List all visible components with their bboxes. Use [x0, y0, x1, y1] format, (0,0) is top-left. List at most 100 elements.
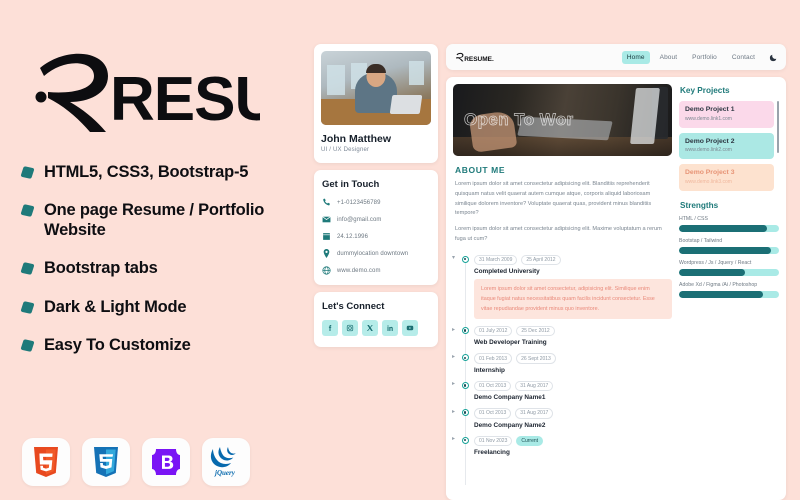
- timeline-end-date: 31 Aug 2017: [515, 408, 554, 419]
- hero-banner: Open To Wor: [453, 84, 672, 156]
- diamond-bullet-icon: [20, 204, 35, 218]
- resume-logo: RESUME.: [22, 48, 292, 140]
- key-projects-scroll[interactable]: Demo Project 1 www.demo.link1.com Demo P…: [679, 101, 779, 196]
- timeline-end-date: 25 April 2012: [521, 254, 561, 266]
- resume-sidebar: John Matthew UI / UX Designer Get in Tou…: [314, 44, 438, 500]
- x-twitter-link[interactable]: [362, 320, 378, 336]
- feature-label: Easy To Customize: [44, 335, 191, 354]
- social-links: [322, 320, 430, 336]
- html5-icon: [34, 447, 58, 477]
- css3-icon: [94, 447, 118, 477]
- timeline-start-date: 31 March 2009: [474, 254, 518, 266]
- navbar-logo-text: RESUME.: [464, 55, 494, 62]
- project-link[interactable]: www.demo.link2.com: [685, 147, 768, 153]
- youtube-link[interactable]: [402, 320, 418, 336]
- timeline-dot-icon: [461, 436, 469, 444]
- contact-item-location[interactable]: dummylocation downtown: [322, 249, 430, 258]
- instagram-link[interactable]: [342, 320, 358, 336]
- timeline-item[interactable]: ▾ 31 March 2009 25 April 2012 Completed …: [452, 254, 672, 320]
- timeline-item[interactable]: ▸ 01 Nov 2023 Current Freelancing: [452, 435, 672, 456]
- facebook-link[interactable]: [322, 320, 338, 336]
- phone-icon: [323, 198, 330, 206]
- diamond-bullet-icon: [20, 262, 35, 276]
- html5-badge: [22, 438, 70, 486]
- chevron-right-icon[interactable]: ▸: [452, 354, 455, 360]
- strength-label: Adobe Xd / Figma /Ai / Photoshop: [679, 281, 758, 288]
- template-preview: John Matthew UI / UX Designer Get in Tou…: [310, 0, 800, 500]
- linkedin-icon: [387, 325, 393, 331]
- project-card[interactable]: Demo Project 1 www.demo.link1.com: [679, 101, 774, 128]
- strength-item: Wordpress / Js / Jquery / React: [679, 260, 779, 276]
- timeline-item[interactable]: ▸ 01 Oct 2013 31 Aug 2017 Demo Company N…: [452, 408, 672, 429]
- nav-link-about[interactable]: About: [655, 51, 683, 64]
- chevron-right-icon[interactable]: ▸: [452, 436, 455, 442]
- resume-logo-mark: RESUME.: [35, 53, 260, 134]
- instagram-icon: [346, 324, 354, 332]
- nav-link-home[interactable]: Home: [621, 50, 650, 64]
- nav-link-portfolio[interactable]: Portfolio: [687, 51, 722, 64]
- contact-value: info@gmail.com: [337, 216, 382, 223]
- timeline-dates: 01 Oct 2013 31 Aug 2017: [474, 408, 672, 419]
- chevron-right-icon[interactable]: ▸: [452, 381, 455, 387]
- contact-card: Get in Touch +1-0123456789 info@gmail.co…: [314, 170, 438, 285]
- timeline-title: Demo Company Name1: [474, 394, 546, 402]
- facebook-icon: [328, 325, 332, 331]
- chevron-right-icon[interactable]: ▸: [452, 409, 455, 415]
- strength-bar-fill: [679, 224, 767, 232]
- contact-item-birthday[interactable]: 24.12.1996: [322, 232, 430, 241]
- timeline-dates: 01 Oct 2013 31 Aug 2017: [474, 380, 672, 392]
- promo-panel: RESUME. HTML5, CSS3, Bootstrap-5 One pag…: [0, 0, 310, 500]
- hero-typing-text: Open To Wor: [464, 110, 574, 130]
- about-column: Open To Wor ABOUT ME Lorem ipsum dolor s…: [452, 84, 672, 493]
- strength-item: Bootstap / Tailwind: [679, 238, 779, 254]
- timeline-item[interactable]: ▸ 01 Feb 2013 26 Sept 2013 Internship: [452, 353, 672, 374]
- profile-photo: [321, 51, 431, 125]
- connect-heading: Let's Connect: [322, 301, 385, 312]
- globe-icon: [322, 266, 331, 275]
- strength-bar: [679, 224, 779, 232]
- strength-bar: [679, 268, 779, 276]
- project-title: Demo Project 2: [685, 137, 735, 145]
- moon-icon[interactable]: [769, 53, 778, 62]
- bootstrap-badge: [142, 438, 190, 486]
- timeline-start-date: 01 Oct 2013: [474, 380, 512, 392]
- strength-bar: [679, 290, 779, 298]
- strength-bar-fill: [679, 290, 763, 298]
- contact-item-website[interactable]: www.demo.com: [322, 266, 430, 275]
- project-card[interactable]: Demo Project 3 www.demo.link3.com: [679, 164, 774, 191]
- navbar-links: Home About Portfolio Contact: [621, 50, 778, 64]
- strength-bar: [679, 246, 779, 254]
- navbar-logo[interactable]: RESUME.: [455, 52, 501, 63]
- timeline-end-date: 25 Dec 2012: [516, 326, 555, 337]
- chevron-right-icon[interactable]: ▸: [452, 327, 455, 333]
- timeline-dates: 01 July 2012 25 Dec 2012: [474, 326, 672, 337]
- timeline-item[interactable]: ▸ 01 July 2012 25 Dec 2012 Web Developer…: [452, 326, 672, 346]
- experience-timeline: ▾ 31 March 2009 25 April 2012 Completed …: [452, 254, 672, 493]
- timeline-item[interactable]: ▸ 01 Oct 2013 31 Aug 2017 Demo Company N…: [452, 380, 672, 402]
- feature-list: HTML5, CSS3, Bootstrap-5 One page Resume…: [20, 162, 292, 355]
- contact-value: dummylocation downtown: [337, 250, 409, 257]
- strength-label: HTML / CSS: [679, 215, 708, 222]
- feature-label: Dark & Light Mode: [44, 297, 187, 316]
- jquery-badge: jQuery: [202, 438, 250, 486]
- project-link[interactable]: www.demo.link1.com: [685, 116, 768, 122]
- project-card[interactable]: Demo Project 2 www.demo.link2.com: [679, 132, 774, 159]
- feature-label: Bootstrap tabs: [44, 259, 158, 278]
- chevron-down-icon[interactable]: ▾: [452, 255, 455, 261]
- project-link[interactable]: www.demo.link3.com: [685, 179, 768, 185]
- contact-heading: Get in Touch: [322, 179, 380, 190]
- contact-value: +1-0123456789: [337, 199, 381, 206]
- contact-item-email[interactable]: info@gmail.com: [322, 215, 430, 224]
- timeline-title: Internship: [474, 366, 505, 374]
- linkedin-link[interactable]: [382, 320, 398, 336]
- contact-item-phone[interactable]: +1-0123456789: [322, 198, 430, 207]
- strengths-heading: Strengths: [680, 200, 719, 210]
- timeline-end-date: 31 Aug 2017: [515, 380, 554, 392]
- timeline-end-date: 26 Sept 2013: [516, 353, 556, 364]
- nav-link-contact[interactable]: Contact: [727, 51, 760, 64]
- contact-value: 24.12.1996: [337, 233, 369, 240]
- timeline-dates: 31 March 2009 25 April 2012: [474, 254, 672, 266]
- timeline-start-date: 01 Oct 2013: [474, 408, 512, 419]
- project-title: Demo Project 3: [685, 169, 735, 176]
- project-title: Demo Project 1: [685, 106, 735, 113]
